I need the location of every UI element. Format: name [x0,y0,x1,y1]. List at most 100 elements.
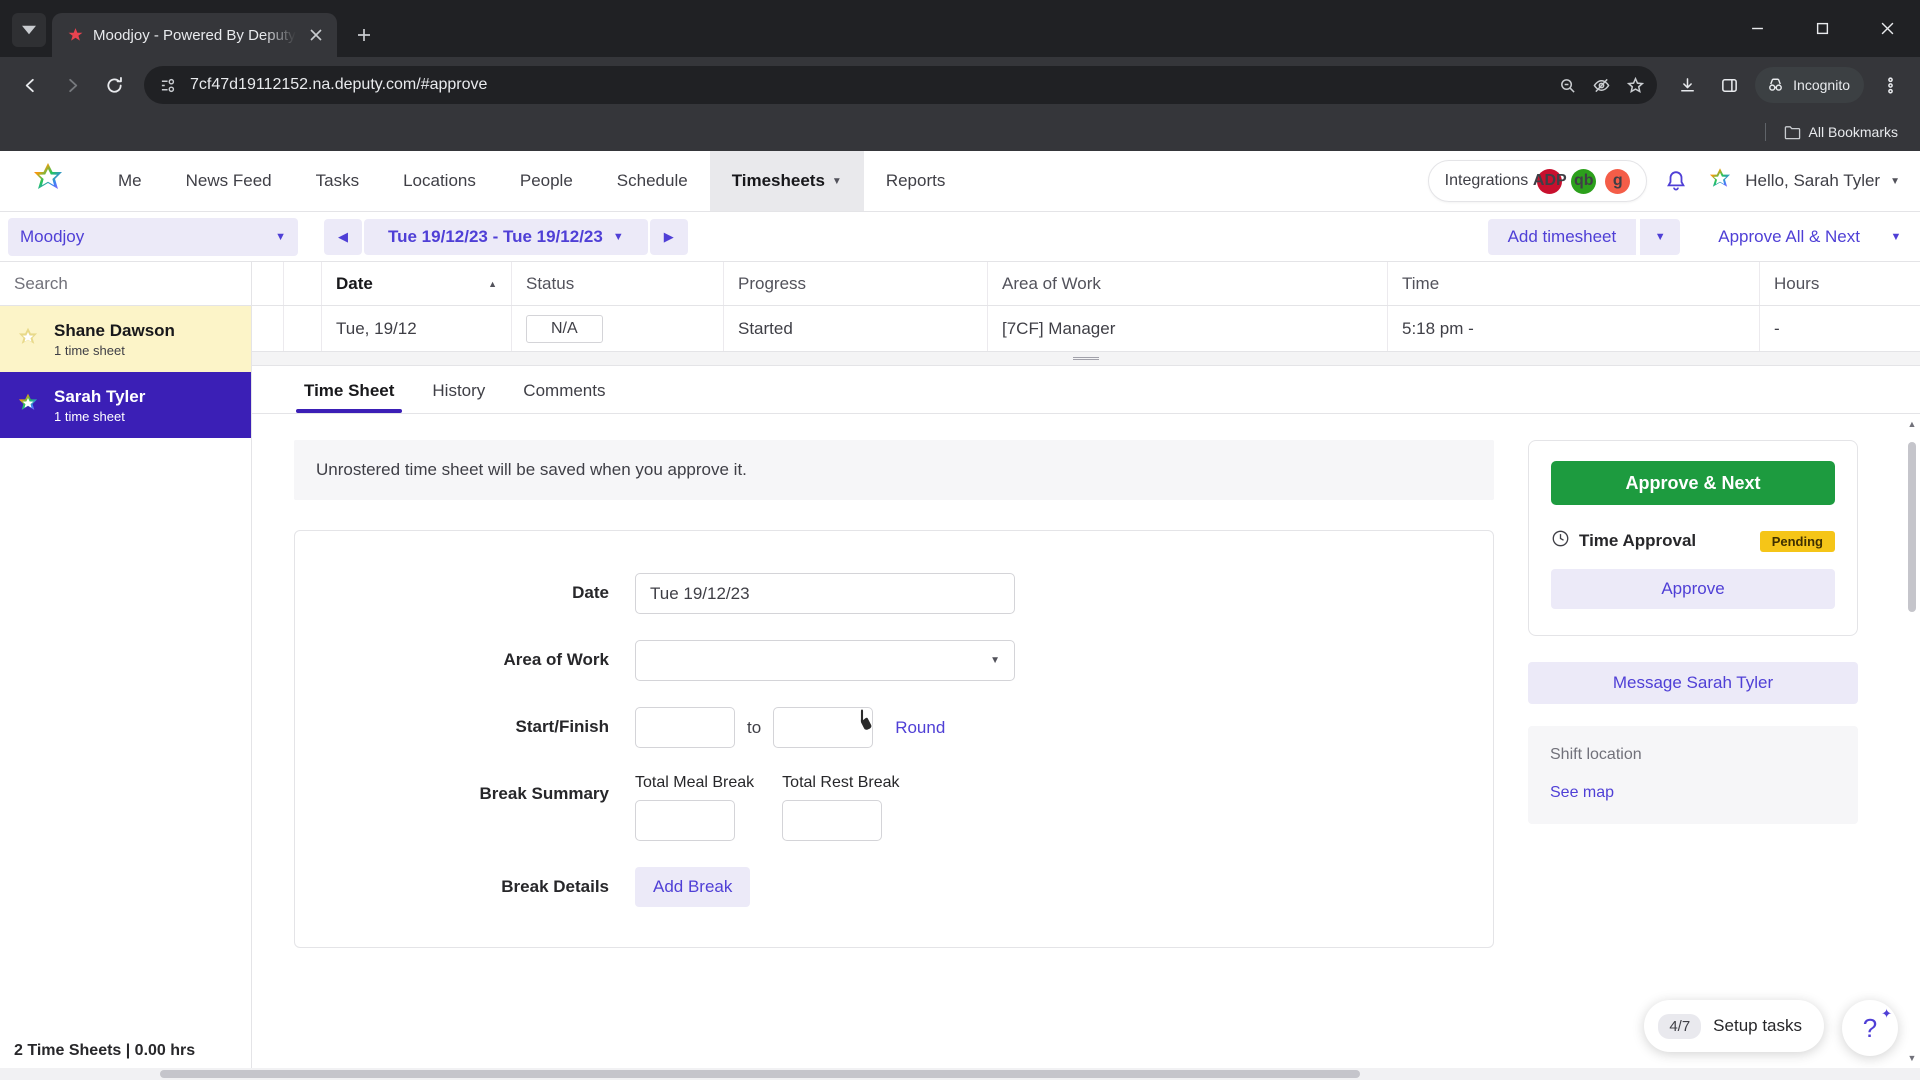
list-item[interactable]: Shane Dawson 1 time sheet [0,306,251,372]
total-rest-break-field[interactable] [782,800,883,841]
total-meal-break-field[interactable] [635,800,735,841]
cell-hours: - [1774,318,1780,338]
date-range-control: ◀ Tue 19/12/23 - Tue 19/12/23 ▼ ▶ [324,218,688,255]
tab-history[interactable]: History [416,381,501,413]
kebab-menu-icon[interactable] [1870,65,1910,105]
scrollbar-thumb[interactable] [1908,442,1916,612]
location-select[interactable]: Moodjoy ▼ [8,217,298,256]
tab-close-icon[interactable] [305,24,327,46]
reload-icon[interactable] [94,65,134,105]
browser-tab[interactable]: Moodjoy - Powered By Deputy [52,13,337,57]
scroll-up-icon[interactable]: ▲ [1907,418,1917,430]
download-icon[interactable] [1667,65,1707,105]
address-bar[interactable]: 7cf47d19112152.na.deputy.com/#approve [144,66,1658,104]
approve-and-next-button[interactable]: Approve & Next [1551,461,1835,505]
round-button[interactable]: Round [895,718,945,738]
close-icon[interactable] [1855,0,1920,57]
approve-button[interactable]: Approve [1551,569,1835,609]
minimize-icon[interactable] [1725,0,1790,57]
column-header-hours[interactable]: Hours [1760,262,1920,305]
incognito-indicator[interactable]: Incognito [1755,67,1864,103]
area-of-work-label: Area of Work [503,650,610,669]
table-row[interactable]: Tue, 19/12 N/A Started [7CF] Manager 5:1… [252,306,1920,352]
help-label: ? [1862,1012,1878,1043]
tab-comments[interactable]: Comments [507,381,621,413]
setup-tasks-widget[interactable]: 4/7 Setup tasks [1644,1000,1824,1052]
search-input[interactable] [14,273,237,294]
side-panel-icon[interactable] [1709,65,1749,105]
nav-label: Schedule [616,171,688,190]
approve-all-next-button[interactable]: Approve All & Next [1700,219,1878,255]
user-greeting: Hello, Sarah Tyler [1745,171,1881,190]
row-checkbox[interactable] [252,306,284,351]
chevron-down-icon: ▼ [831,175,842,187]
time-approval-label: Time Approval [1579,531,1697,550]
setup-tasks-label: Setup tasks [1713,1016,1802,1035]
scroll-down-icon[interactable]: ▼ [1907,1052,1917,1064]
quickbooks-icon[interactable]: qb [1571,168,1597,194]
column-header-date[interactable]: Date ▲ [322,262,512,305]
page-info-icon[interactable] [158,75,178,95]
forward-arrow-icon[interactable] [52,65,92,105]
horizontal-scrollbar[interactable] [0,1068,1920,1080]
nav-item-reports[interactable]: Reports [864,151,968,211]
pane-splitter[interactable] [252,352,1920,366]
detail-scroll-area: Unrostered time sheet will be saved when… [252,414,1920,1080]
url-text: 7cf47d19112152.na.deputy.com/#approve [190,76,488,93]
timesheet-form-column: Unrostered time sheet will be saved when… [294,440,1494,1080]
gusto-icon[interactable]: g [1605,168,1631,194]
column-label: Hours [1774,273,1820,293]
nav-item-me[interactable]: Me [96,151,164,211]
select-all-checkbox[interactable] [252,262,284,305]
nav-item-tasks[interactable]: Tasks [294,151,381,211]
finish-time-field[interactable] [773,707,874,748]
nav-label: Timesheets [731,171,825,190]
nav-label: News Feed [185,171,272,190]
help-button[interactable]: ? ✦ [1842,1000,1898,1056]
nav-item-schedule[interactable]: Schedule [595,151,710,211]
star-icon[interactable] [1619,69,1651,101]
next-period-button[interactable]: ▶ [649,218,688,255]
user-menu[interactable]: Hello, Sarah Tyler ▼ [1705,166,1900,196]
table-header: Date ▲ Status Progress Area of Work Time… [252,262,1920,306]
form-row-break-details: Break Details Add Break [295,867,1493,907]
add-break-button[interactable]: Add Break [635,867,751,907]
zoom-out-icon[interactable] [1551,69,1583,101]
column-header-time[interactable]: Time [1388,262,1760,305]
area-of-work-select[interactable]: ▼ [635,640,1015,681]
splitter-grip-icon [1073,357,1099,360]
tab-title: Moodjoy - Powered By Deputy [93,26,296,44]
scrollbar-thumb[interactable] [160,1070,1360,1078]
add-timesheet-button[interactable]: Add timesheet [1487,218,1637,255]
form-row-date: Date Tue 19/12/23 [295,573,1493,614]
search-box[interactable] [0,262,251,306]
nav-item-people[interactable]: People [498,151,595,211]
maximize-icon[interactable] [1790,0,1855,57]
adp-icon[interactable]: ADP [1533,168,1567,194]
start-time-field[interactable] [635,707,735,748]
message-employee-button[interactable]: Message Sarah Tyler [1528,662,1858,704]
nav-item-news-feed[interactable]: News Feed [164,151,294,211]
column-header-status[interactable]: Status [512,262,724,305]
add-timesheet-dropdown-icon[interactable]: ▼ [1640,218,1681,255]
column-header-progress[interactable]: Progress [724,262,988,305]
eye-off-icon[interactable] [1585,69,1617,101]
nav-item-timesheets[interactable]: Timesheets ▼ [709,151,864,211]
integrations-button[interactable]: Integrations ADP qb g [1427,160,1648,202]
nav-item-locations[interactable]: Locations [381,151,498,211]
see-map-link[interactable]: See map [1550,784,1836,802]
notifications-bell-icon[interactable] [1661,166,1691,196]
new-tab-button[interactable] [347,18,381,52]
approve-all-dropdown-icon[interactable]: ▼ [1880,219,1912,255]
tab-time-sheet[interactable]: Time Sheet [288,381,410,413]
date-range-button[interactable]: Tue 19/12/23 - Tue 19/12/23 ▼ [364,218,648,255]
column-header-area-of-work[interactable]: Area of Work [988,262,1388,305]
list-item[interactable]: Sarah Tyler 1 time sheet [0,371,251,438]
back-arrow-icon[interactable] [10,65,50,105]
previous-period-button[interactable]: ◀ [324,218,362,255]
deputy-logo-icon[interactable] [0,151,96,211]
tab-search-icon[interactable] [12,13,46,47]
all-bookmarks-button[interactable]: All Bookmarks [1776,120,1906,144]
date-field[interactable]: Tue 19/12/23 [635,573,1015,614]
vertical-scrollbar[interactable]: ▲ ▼ [1907,418,1917,1064]
